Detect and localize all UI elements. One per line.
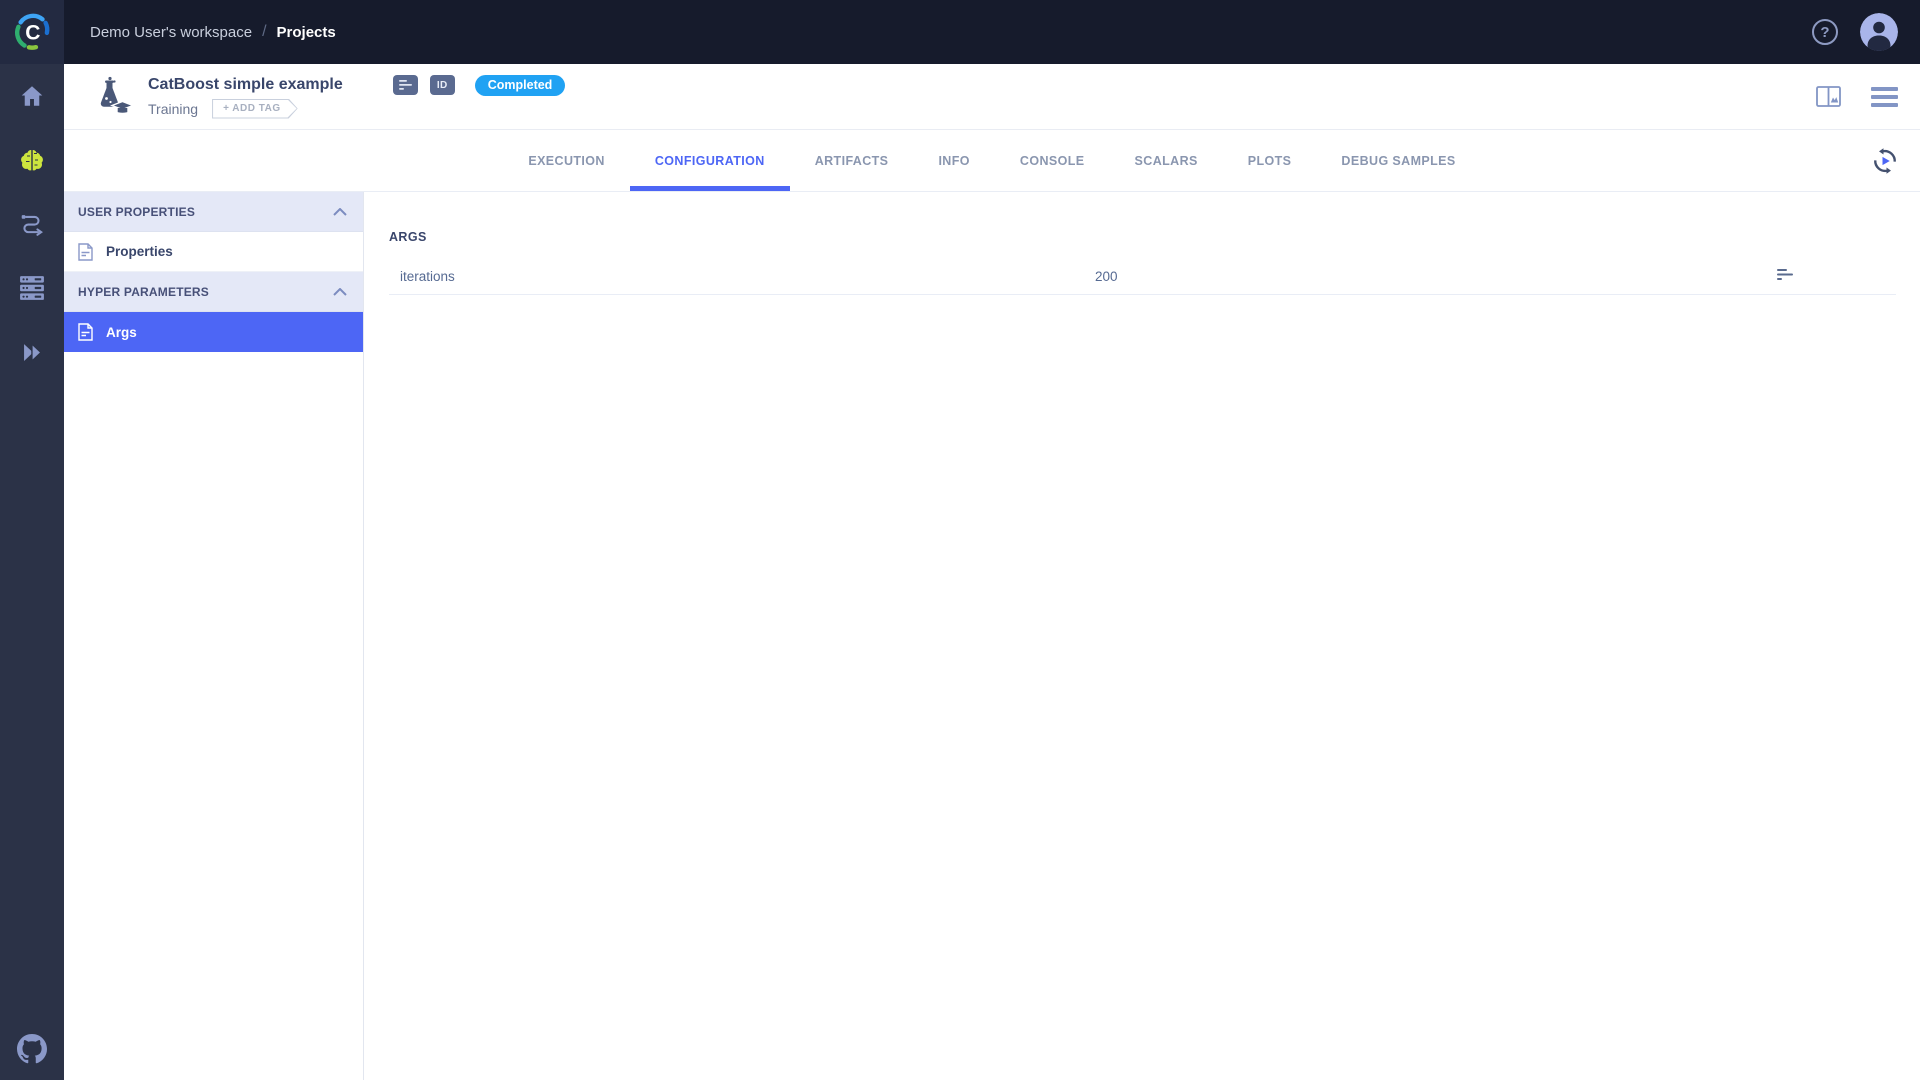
pipelines-icon	[21, 215, 43, 236]
breadcrumb-workspace[interactable]: Demo User's workspace	[90, 24, 252, 41]
github-link[interactable]	[17, 1034, 47, 1064]
experiment-badges: ID Completed	[392, 74, 566, 96]
sidebar-item-dashboard[interactable]	[0, 64, 64, 128]
side-nav	[0, 64, 64, 1080]
sidebar-item-datasets[interactable]	[0, 256, 64, 320]
github-icon	[17, 1034, 47, 1064]
args-section-title: ARGS	[389, 230, 427, 244]
auto-refresh-button[interactable]	[1870, 146, 1900, 176]
breadcrumb: Demo User's workspace / Projects	[90, 23, 336, 41]
section-hyper-parameters[interactable]: HYPER PARAMETERS	[64, 272, 363, 312]
sidebar-item-applications[interactable]	[0, 320, 64, 384]
clearml-logo[interactable]: C	[0, 0, 64, 64]
panel-item-properties[interactable]: Properties	[64, 232, 363, 272]
add-tag-label: + ADD TAG	[213, 100, 297, 118]
experiment-titles: CatBoost simple example ID Completed Tra…	[148, 74, 566, 119]
add-tag-button[interactable]: + ADD TAG	[212, 99, 298, 119]
clearml-logo-icon: C	[15, 13, 50, 50]
breadcrumb-separator: /	[262, 23, 267, 40]
tab-debug-samples[interactable]: DEBUG SAMPLES	[1316, 130, 1480, 191]
panel-item-args[interactable]: Args	[64, 312, 363, 352]
align-left-icon	[398, 80, 412, 90]
breadcrumb-current[interactable]: Projects	[277, 24, 336, 41]
tabs: EXECUTION CONFIGURATION ARTIFACTS INFO C…	[503, 130, 1480, 191]
configuration-body: USER PROPERTIES Properties HYPER PARAMET…	[64, 192, 1920, 1080]
tab-info[interactable]: INFO	[913, 130, 994, 191]
id-badge-label: ID	[436, 79, 448, 91]
experiment-flask-icon	[100, 76, 132, 114]
menu-icon[interactable]	[1871, 86, 1898, 107]
svg-text:C: C	[25, 21, 40, 44]
topbar-actions: ?	[1812, 13, 1898, 51]
datasets-icon	[20, 276, 44, 300]
tabs-bar: EXECUTION CONFIGURATION ARTIFACTS INFO C…	[64, 130, 1920, 192]
tab-scalars[interactable]: SCALARS	[1110, 130, 1223, 191]
args-content: ARGS iterations 200	[364, 192, 1920, 1080]
home-icon	[21, 86, 43, 106]
tab-configuration[interactable]: CONFIGURATION	[629, 130, 790, 191]
brain-icon	[21, 149, 43, 170]
chevron-up-icon	[333, 207, 347, 216]
user-icon	[1860, 13, 1898, 51]
tab-execution[interactable]: EXECUTION	[503, 130, 630, 191]
sidebar-item-projects[interactable]	[0, 128, 64, 192]
top-bar: C Demo User's workspace / Projects ?	[0, 0, 1920, 64]
align-left-icon	[1777, 268, 1793, 280]
sidebar-item-pipelines[interactable]	[0, 192, 64, 256]
sidebar-footer	[0, 1024, 64, 1074]
document-icon	[78, 323, 93, 341]
parameter-row: iterations 200	[389, 259, 1896, 295]
experiment-header: CatBoost simple example ID Completed Tra…	[64, 64, 1920, 130]
details-view-toggle-icon[interactable]	[1816, 86, 1841, 107]
id-button[interactable]: ID	[429, 75, 455, 95]
header-actions	[1816, 86, 1898, 107]
tab-artifacts[interactable]: ARTIFACTS	[790, 130, 914, 191]
experiment-title: CatBoost simple example	[148, 76, 343, 93]
main-area: CatBoost simple example ID Completed Tra…	[64, 64, 1920, 1080]
description-button[interactable]	[392, 75, 418, 95]
configuration-panel: USER PROPERTIES Properties HYPER PARAMET…	[64, 192, 364, 1080]
parameter-value: 200	[1095, 269, 1118, 284]
refresh-play-icon	[1874, 147, 1896, 174]
experiment-type: Training	[148, 100, 199, 117]
tab-console[interactable]: CONSOLE	[995, 130, 1110, 191]
avatar[interactable]	[1860, 13, 1898, 51]
status-badge: Completed	[474, 74, 566, 96]
section-user-properties[interactable]: USER PROPERTIES	[64, 192, 363, 232]
help-icon[interactable]: ?	[1812, 19, 1838, 45]
chevron-up-icon	[333, 287, 347, 296]
parameter-name: iterations	[400, 269, 455, 284]
tab-plots[interactable]: PLOTS	[1223, 130, 1317, 191]
document-icon	[78, 242, 93, 261]
double-chevron-icon	[23, 342, 42, 362]
parameter-description-button[interactable]	[1777, 268, 1794, 286]
